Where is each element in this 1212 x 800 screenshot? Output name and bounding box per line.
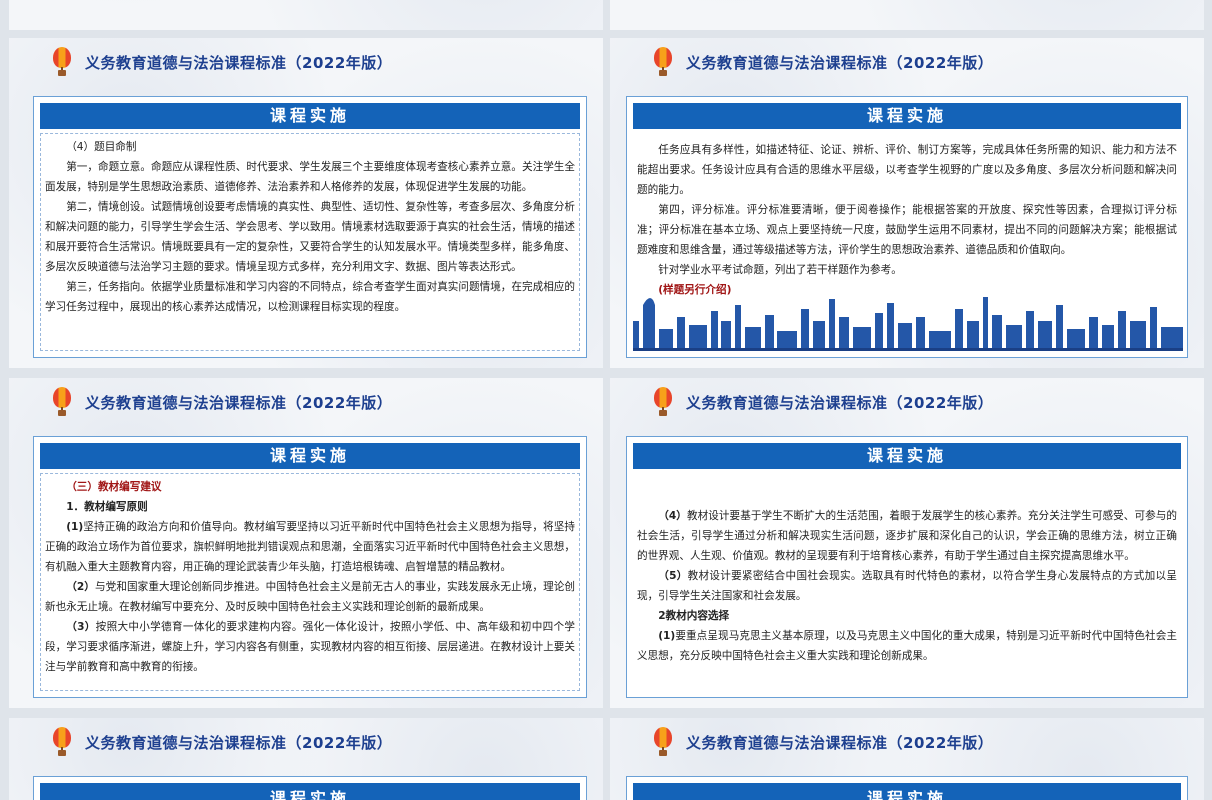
slide-1: 义务教育道德与法治课程标准（2022年版） 课程实施 （4）题目命制 第一，命题… bbox=[9, 38, 603, 368]
paragraph: 针对学业水平考试命题，列出了若干样题作为参考。 bbox=[658, 264, 902, 276]
paragraph: 第一，命题立意。命题应从课程性质、时代要求、学生发展三个主要维度体现考查核心素养… bbox=[45, 161, 575, 193]
content-body: （三）教材编写建议 1．教材编写原则 (1)坚持正确的政治方向和价值导向。教材编… bbox=[40, 473, 580, 691]
section-band: 课程实施 bbox=[40, 783, 580, 800]
paragraph: 第四，评分标准。评分标准要清晰，便于阅卷操作；能根据答案的开放度、探究性等因素，… bbox=[637, 204, 1177, 256]
paragraph: (1)坚持正确的政治方向和价值导向。教材编写要坚持以习近平新时代中国特色社会主义… bbox=[45, 521, 575, 573]
subheading: 1．教材编写原则 bbox=[66, 501, 148, 513]
content-panel: 课程实施 bbox=[626, 776, 1188, 800]
slide-header: 义务教育道德与法治课程标准（2022年版） bbox=[51, 384, 392, 420]
hot-air-balloon-icon bbox=[51, 47, 73, 77]
paragraph: （4）教材设计要基于学生不断扩大的生活范围，着眼于发展学生的核心素养。充分关注学… bbox=[637, 510, 1177, 562]
slide-3: 义务教育道德与法治课程标准（2022年版） 课程实施 （三）教材编写建议 1．教… bbox=[9, 378, 603, 708]
slide-6-partial: 义务教育道德与法治课程标准（2022年版） 课程实施 bbox=[610, 718, 1204, 800]
slide-header: 义务教育道德与法治课程标准（2022年版） bbox=[51, 724, 392, 760]
paragraph: （2）与党和国家重大理论创新同步推进。中国特色社会主义是前无古人的事业，实践发展… bbox=[45, 581, 576, 613]
slide-header: 义务教育道德与法治课程标准（2022年版） bbox=[652, 724, 993, 760]
section-band: 课程实施 bbox=[633, 443, 1181, 469]
section-band: 课程实施 bbox=[633, 103, 1181, 129]
content-panel: 课程实施 （4）教材设计要基于学生不断扩大的生活范围，着眼于发展学生的核心素养。… bbox=[626, 436, 1188, 698]
paragraph: 第二，情境创设。试题情境创设要考虑情境的真实性、典型性、适切性、复杂性等，考查多… bbox=[45, 201, 575, 273]
slide-header: 义务教育道德与法治课程标准（2022年版） bbox=[652, 384, 993, 420]
header-title: 义务教育道德与法治课程标准（2022年版） bbox=[85, 393, 393, 412]
section-band: 课程实施 bbox=[40, 443, 580, 469]
slide-header: 义务教育道德与法治课程标准（2022年版） bbox=[652, 44, 993, 80]
content-panel: 课程实施 （三）教材编写建议 1．教材编写原则 (1)坚持正确的政治方向和价值导… bbox=[33, 436, 587, 698]
slide-header: 义务教育道德与法治课程标准（2022年版） bbox=[51, 44, 392, 80]
content-panel: 课程实施 bbox=[33, 776, 587, 800]
hot-air-balloon-icon bbox=[652, 47, 674, 77]
content-body: （4）题目命制 第一，命题立意。命题应从课程性质、时代要求、学生发展三个主要维度… bbox=[40, 133, 580, 351]
section-band: 课程实施 bbox=[633, 783, 1181, 800]
paragraph: 第三，任务指向。依据学业质量标准和学习内容的不同特点，综合考查学生面对真实问题情… bbox=[45, 281, 575, 313]
hot-air-balloon-icon bbox=[51, 387, 73, 417]
section-band: 课程实施 bbox=[40, 103, 580, 129]
content-panel: 课程实施 任务应具有多样性，如描述特征、论证、辨析、评价、制订方案等，完成具体任… bbox=[626, 96, 1188, 358]
content-panel: 课程实施 （4）题目命制 第一，命题立意。命题应从课程性质、时代要求、学生发展三… bbox=[33, 96, 587, 358]
slide-4: 义务教育道德与法治课程标准（2022年版） 课程实施 （4）教材设计要基于学生不… bbox=[610, 378, 1204, 708]
paragraph: （5）教材设计要紧密结合中国社会现实。选取具有时代特色的素材，以符合学生身心发展… bbox=[637, 570, 1178, 602]
header-title: 义务教育道德与法治课程标准（2022年版） bbox=[686, 733, 994, 752]
paragraph: 任务应具有多样性，如描述特征、论证、辨析、评价、制订方案等，完成具体任务所需的知… bbox=[637, 144, 1177, 196]
header-title: 义务教育道德与法治课程标准（2022年版） bbox=[686, 393, 994, 412]
section-heading: （三）教材编写建议 bbox=[66, 481, 162, 493]
slide-2: 义务教育道德与法治课程标准（2022年版） 课程实施 任务应具有多样性，如描述特… bbox=[610, 38, 1204, 368]
slide-top-right-partial bbox=[610, 0, 1204, 30]
paragraph: （3）按照大中小学德育一体化的要求建构内容。强化一体化设计，按照小学低、中、高年… bbox=[45, 621, 575, 673]
subheading: 2教材内容选择 bbox=[658, 610, 730, 622]
content-body: （4）教材设计要基于学生不断扩大的生活范围，着眼于发展学生的核心素养。充分关注学… bbox=[633, 503, 1181, 691]
header-title: 义务教育道德与法治课程标准（2022年版） bbox=[85, 733, 393, 752]
heading: （4）题目命制 bbox=[66, 141, 137, 153]
hot-air-balloon-icon bbox=[652, 727, 674, 757]
hot-air-balloon-icon bbox=[652, 387, 674, 417]
city-skyline-illustration bbox=[633, 297, 1183, 351]
hot-air-balloon-icon bbox=[51, 727, 73, 757]
paragraph: (1)要重点呈现马克思主义基本原理，以及马克思主义中国化的重大成果，特别是习近平… bbox=[637, 630, 1177, 662]
slide-5-partial: 义务教育道德与法治课程标准（2022年版） 课程实施 bbox=[9, 718, 603, 800]
header-title: 义务教育道德与法治课程标准（2022年版） bbox=[85, 53, 393, 72]
slide-top-left-partial bbox=[9, 0, 603, 30]
header-title: 义务教育道德与法治课程标准（2022年版） bbox=[686, 53, 994, 72]
